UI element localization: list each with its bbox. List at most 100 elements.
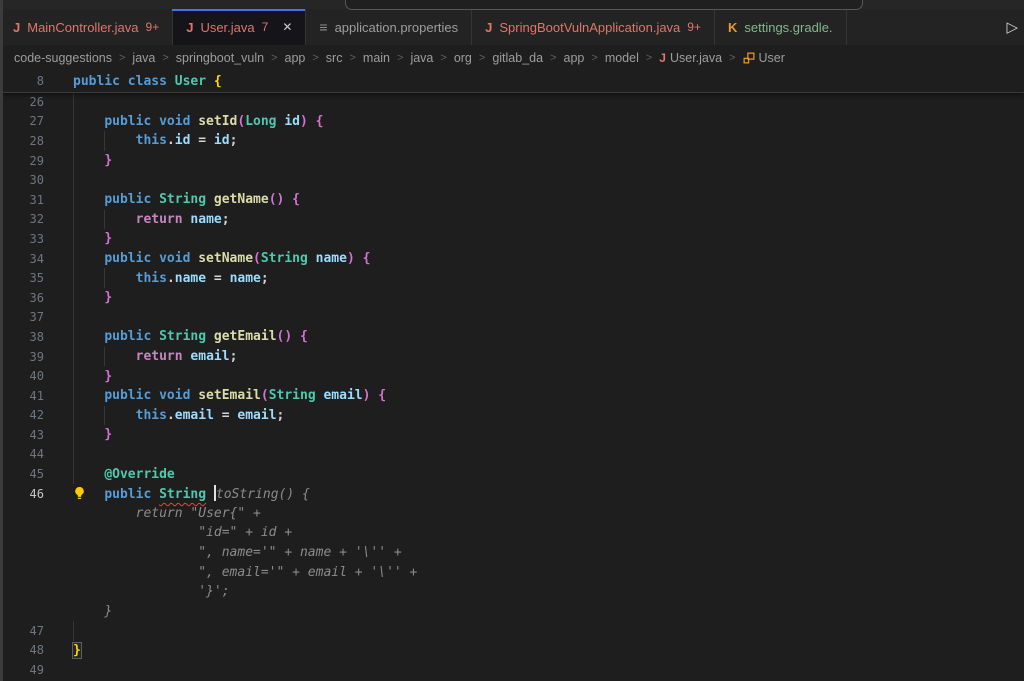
breadcrumb-label: model bbox=[605, 51, 639, 65]
code-token: ) { bbox=[347, 251, 370, 266]
breadcrumb-item-model[interactable]: model bbox=[605, 51, 639, 65]
code-line-39[interactable]: 39 return email; bbox=[0, 347, 1024, 367]
breadcrumb-item-user[interactable]: User bbox=[743, 51, 785, 65]
code-line-26[interactable]: 26 bbox=[0, 92, 1024, 112]
indent-guide bbox=[104, 268, 105, 288]
breadcrumb-item-main[interactable]: main bbox=[363, 51, 390, 65]
code-token: . bbox=[167, 271, 175, 286]
breadcrumb-item-gitlab-da[interactable]: gitlab_da bbox=[492, 51, 543, 65]
code-line-40[interactable]: 40 } bbox=[0, 366, 1024, 386]
code-line-38[interactable]: 38 public String getEmail() { bbox=[0, 327, 1024, 347]
indent-guide bbox=[73, 445, 74, 465]
code-token bbox=[73, 329, 104, 344]
line-number: 43 bbox=[0, 428, 44, 442]
close-tab-icon[interactable]: ✕ bbox=[282, 20, 292, 34]
code-token: = bbox=[190, 133, 213, 148]
code-line-44[interactable]: 44 bbox=[0, 445, 1024, 465]
line-number: 38 bbox=[0, 330, 44, 344]
code-line-35[interactable]: 35 this.name = name; bbox=[0, 268, 1024, 288]
tab-settings-gradle[interactable]: Ksettings.gradle. bbox=[715, 9, 847, 45]
breadcrumb-item-springboot-vuln[interactable]: springboot_vuln bbox=[176, 51, 264, 65]
ghost-suggestion-line: return "User{" + bbox=[0, 503, 1024, 523]
code-token: () { bbox=[277, 329, 308, 344]
code-token: String bbox=[269, 388, 324, 403]
line-number: 40 bbox=[0, 369, 44, 383]
code-line-34[interactable]: 34 public void setName(String name) { bbox=[0, 249, 1024, 269]
line-number: 45 bbox=[0, 467, 44, 481]
code-token: class bbox=[128, 74, 175, 89]
code-token: id bbox=[175, 133, 191, 148]
code-line-47[interactable]: 47 bbox=[0, 621, 1024, 641]
code-token: public bbox=[73, 74, 128, 89]
code-line-49[interactable]: 49 bbox=[0, 660, 1024, 680]
code-token bbox=[73, 388, 104, 403]
code-token: String bbox=[261, 251, 316, 266]
code-token: } bbox=[104, 231, 112, 246]
line-content: public String getEmail() { bbox=[73, 329, 308, 344]
line-content: } bbox=[73, 231, 112, 246]
line-content: public String getName() { bbox=[73, 192, 300, 207]
code-token: public void bbox=[104, 251, 198, 266]
breadcrumb-item-java[interactable]: java bbox=[132, 51, 155, 65]
indent-guide bbox=[73, 229, 74, 249]
code-token bbox=[73, 604, 104, 619]
code-line-32[interactable]: 32 return name; bbox=[0, 210, 1024, 230]
indent-guide bbox=[73, 288, 74, 308]
code-editor[interactable]: 2627 public void setId(Long id) {28 this… bbox=[0, 92, 1024, 681]
code-token bbox=[73, 153, 104, 168]
breadcrumb-item-java[interactable]: java bbox=[410, 51, 433, 65]
line-content: return name; bbox=[73, 212, 230, 227]
class-symbol-icon bbox=[743, 52, 755, 64]
code-line-36[interactable]: 36 } bbox=[0, 288, 1024, 308]
code-line-48[interactable]: 48} bbox=[0, 641, 1024, 661]
breadcrumb-item-org[interactable]: org bbox=[454, 51, 472, 65]
code-line-46[interactable]: 46 public String toString() { bbox=[0, 484, 1024, 504]
breadcrumb-label: java bbox=[410, 51, 433, 65]
tab-application-properties[interactable]: ≡application.properties bbox=[306, 9, 472, 45]
indent-guide bbox=[104, 406, 105, 426]
code-line-31[interactable]: 31 public String getName() { bbox=[0, 190, 1024, 210]
tab-springbootvulnapplication-java[interactable]: JSpringBootVulnApplication.java9+ bbox=[472, 9, 715, 45]
problem-count-badge: 7 bbox=[262, 20, 269, 34]
lightbulb-icon[interactable] bbox=[73, 486, 87, 502]
breadcrumb-label: User bbox=[759, 51, 785, 65]
indent-guide bbox=[73, 170, 74, 190]
run-button[interactable]: ▷ bbox=[1006, 9, 1018, 45]
indent-guide bbox=[73, 112, 74, 132]
indent-guide bbox=[73, 406, 74, 426]
code-line-41[interactable]: 41 public void setEmail(String email) { bbox=[0, 386, 1024, 406]
code-token bbox=[73, 231, 104, 246]
tab-user-java[interactable]: JUser.java7✕ bbox=[173, 9, 306, 45]
ghost-suggestion-line: ", name='" + name + '\'' + bbox=[0, 543, 1024, 563]
breadcrumb-item-user-java[interactable]: JUser.java bbox=[659, 51, 722, 65]
code-line-29[interactable]: 29 } bbox=[0, 151, 1024, 171]
breadcrumb-item-code-suggestions[interactable]: code-suggestions bbox=[14, 51, 112, 65]
sticky-scroll-line[interactable]: 8public class User { bbox=[0, 70, 1024, 93]
code-token: this bbox=[136, 408, 167, 423]
breadcrumb-separator-icon: > bbox=[729, 52, 735, 64]
code-token: = bbox=[206, 271, 229, 286]
code-line-27[interactable]: 27 public void setId(Long id) { bbox=[0, 112, 1024, 132]
code-line-42[interactable]: 42 this.email = email; bbox=[0, 406, 1024, 426]
breadcrumb-item-app[interactable]: app bbox=[285, 51, 306, 65]
code-line-28[interactable]: 28 this.id = id; bbox=[0, 131, 1024, 151]
breadcrumb-label: main bbox=[363, 51, 390, 65]
code-line-43[interactable]: 43 } bbox=[0, 425, 1024, 445]
breadcrumb-label: java bbox=[132, 51, 155, 65]
breadcrumb-item-src[interactable]: src bbox=[326, 51, 343, 65]
tab-label: MainController.java bbox=[27, 20, 138, 35]
code-token: email bbox=[323, 388, 362, 403]
line-content: this.id = id; bbox=[73, 133, 237, 148]
code-line-45[interactable]: 45 @Override bbox=[0, 464, 1024, 484]
code-line-37[interactable]: 37 bbox=[0, 308, 1024, 328]
code-token: setEmail bbox=[198, 388, 261, 403]
code-line-30[interactable]: 30 bbox=[0, 170, 1024, 190]
line-number: 49 bbox=[0, 663, 44, 677]
breadcrumb-separator-icon: > bbox=[550, 52, 556, 64]
tab-label: application.properties bbox=[335, 20, 459, 35]
sticky-line-content: public class User { bbox=[73, 74, 222, 89]
tab-maincontroller-java[interactable]: JMainController.java9+ bbox=[0, 9, 173, 45]
indent-guide bbox=[73, 308, 74, 328]
code-line-33[interactable]: 33 } bbox=[0, 229, 1024, 249]
breadcrumb-item-app[interactable]: app bbox=[564, 51, 585, 65]
